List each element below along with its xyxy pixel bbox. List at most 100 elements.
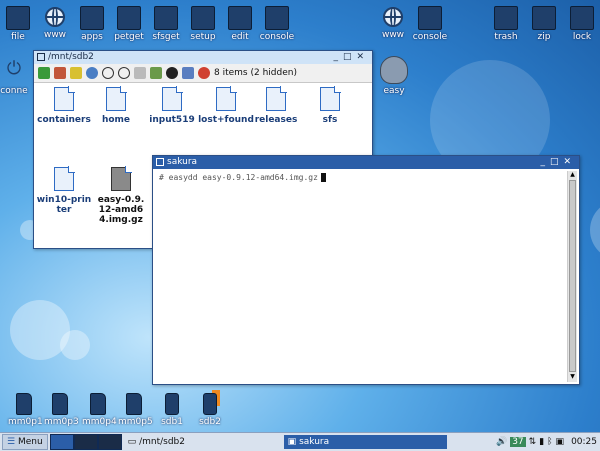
terminal-title: sakura (167, 157, 198, 167)
clock[interactable]: 00:25 (571, 437, 597, 447)
package-icon (117, 6, 141, 30)
file-label: containers (37, 115, 91, 125)
zip-icon (532, 6, 556, 30)
easy-mascot-icon (380, 56, 408, 84)
items-status: 8 items (2 hidden) (214, 68, 297, 78)
drive-mm0p4[interactable]: mm0p4 (82, 393, 117, 427)
window-menu-icon[interactable] (156, 158, 164, 166)
lock-desktop-icon[interactable]: lock (560, 4, 600, 42)
refresh-icon[interactable] (86, 67, 98, 79)
file-manager-title: /mnt/sdb2 (48, 52, 94, 62)
file-label: easy-0.9.12-amd64.img.gz (97, 195, 145, 225)
zoom-out-icon[interactable] (118, 67, 130, 79)
window-controls: _□✕ (333, 51, 369, 64)
file-item[interactable]: lost+found (198, 86, 254, 125)
taskbar-file-manager[interactable]: ▭ /mnt/sdb2 (124, 435, 282, 449)
file-item[interactable]: containers (36, 86, 92, 125)
close-icon[interactable]: ✕ (356, 52, 369, 62)
console-desktop-icon[interactable]: console (408, 4, 452, 42)
help-icon[interactable] (198, 67, 210, 79)
sfs-package-icon (154, 6, 178, 30)
desktop-2[interactable] (73, 434, 98, 450)
file-manager-titlebar[interactable]: /mnt/sdb2 _□✕ (34, 51, 372, 64)
desktop-1[interactable] (49, 434, 74, 450)
lock-icon (570, 6, 594, 30)
desktop-3[interactable] (97, 434, 122, 450)
folder-icon (54, 166, 75, 191)
volume-icon[interactable]: 🔊 (496, 437, 507, 447)
console-label: console (412, 32, 448, 42)
taskbar: ☰ Menu ▭ /mnt/sdb2 ▣ sakura 🔊 37 ⇅ ▮ ᛒ ▣… (0, 432, 600, 451)
file-item[interactable]: releases (248, 86, 304, 125)
drive-label: mm0p4 (82, 417, 117, 427)
zoom-in-icon[interactable] (102, 67, 114, 79)
sd-card-icon (16, 393, 32, 415)
apps-icon (80, 6, 104, 30)
drive-mm0p1[interactable]: mm0p1 (8, 393, 43, 427)
lock-label: lock (572, 32, 592, 42)
terminal-titlebar[interactable]: sakura _□✕ (153, 156, 579, 169)
details-icon[interactable] (182, 67, 194, 79)
maximize-icon[interactable]: □ (343, 52, 357, 62)
network-icon[interactable]: ⇅ (529, 437, 537, 447)
archive-icon (111, 166, 132, 191)
scroll-down-icon[interactable]: ▼ (568, 373, 577, 381)
drive-mm0p5[interactable]: mm0p5 (118, 393, 153, 427)
bluetooth-icon[interactable]: ᛒ (547, 437, 552, 447)
up-arrow-icon[interactable] (38, 67, 50, 79)
battery-icon[interactable]: ▮ (539, 437, 544, 447)
file-label: input519 (149, 115, 195, 125)
folder-icon: ▭ (127, 437, 137, 447)
home-icon[interactable] (54, 67, 66, 79)
file-item[interactable]: home (88, 86, 144, 125)
console-desktop-icon[interactable]: console (255, 4, 299, 42)
drive-sdb2[interactable]: sdb2 (194, 393, 226, 427)
easy-label: easy (383, 86, 405, 96)
view-icon[interactable] (134, 67, 146, 79)
sd-card-icon (126, 393, 142, 415)
drive-sdb1[interactable]: sdb1 (156, 393, 188, 427)
file-item[interactable]: sfs (302, 86, 358, 125)
drive-label: sdb1 (161, 417, 183, 427)
folder-icon (320, 86, 341, 111)
file-item[interactable]: win10-printer (36, 166, 92, 215)
terminal-icon (418, 6, 442, 30)
minimize-icon[interactable]: _ (540, 157, 550, 167)
sd-card-icon (90, 393, 106, 415)
scroll-up-icon[interactable]: ▲ (568, 171, 577, 179)
maximize-icon[interactable]: □ (550, 157, 564, 167)
connect-desktop-icon[interactable]: ⏻ conne (0, 58, 36, 96)
bookmark-icon[interactable] (70, 67, 82, 79)
temperature-badge[interactable]: 37 (510, 437, 526, 447)
window-menu-icon[interactable] (37, 53, 45, 61)
hidden-files-eye-icon[interactable] (166, 67, 178, 79)
system-tray: 🔊 37 ⇅ ▮ ᛒ ▣ 00:25 (496, 437, 600, 447)
sort-icon[interactable] (150, 67, 162, 79)
usb-drive-icon (203, 393, 217, 415)
console-label: console (259, 32, 295, 42)
drive-mm0p3[interactable]: mm0p3 (44, 393, 79, 427)
scrollbar-thumb[interactable] (569, 180, 576, 372)
easy-desktop-icon[interactable]: easy (372, 56, 416, 96)
terminal-scrollbar[interactable]: ▲ ▼ (567, 171, 577, 382)
terminal-command-line: # easydd easy-0.9.12-amd64.img.gz (159, 173, 318, 182)
file-label: releases (254, 115, 298, 125)
menu-button[interactable]: ☰ Menu (2, 434, 48, 450)
terminal-window: sakura _□✕ # easydd easy-0.9.12-amd64.im… (152, 155, 580, 385)
connect-label: conne (0, 86, 28, 96)
edit-icon (228, 6, 252, 30)
terminal-body[interactable]: # easydd easy-0.9.12-amd64.img.gz (155, 171, 567, 382)
minimize-icon[interactable]: _ (333, 52, 343, 62)
pager[interactable] (49, 434, 122, 450)
drive-label: sdb2 (199, 417, 221, 427)
plug-icon: ⏻ (6, 58, 22, 79)
folder-icon (216, 86, 237, 111)
drive-label: mm0p1 (8, 417, 43, 427)
close-icon[interactable]: ✕ (563, 157, 576, 167)
folder-icon (266, 86, 287, 111)
file-item[interactable]: input519 (144, 86, 200, 125)
display-icon[interactable]: ▣ (556, 437, 565, 447)
terminal-icon (265, 6, 289, 30)
taskbar-terminal[interactable]: ▣ sakura (283, 435, 447, 449)
file-item[interactable]: easy-0.9.12-amd64.img.gz (96, 166, 146, 225)
